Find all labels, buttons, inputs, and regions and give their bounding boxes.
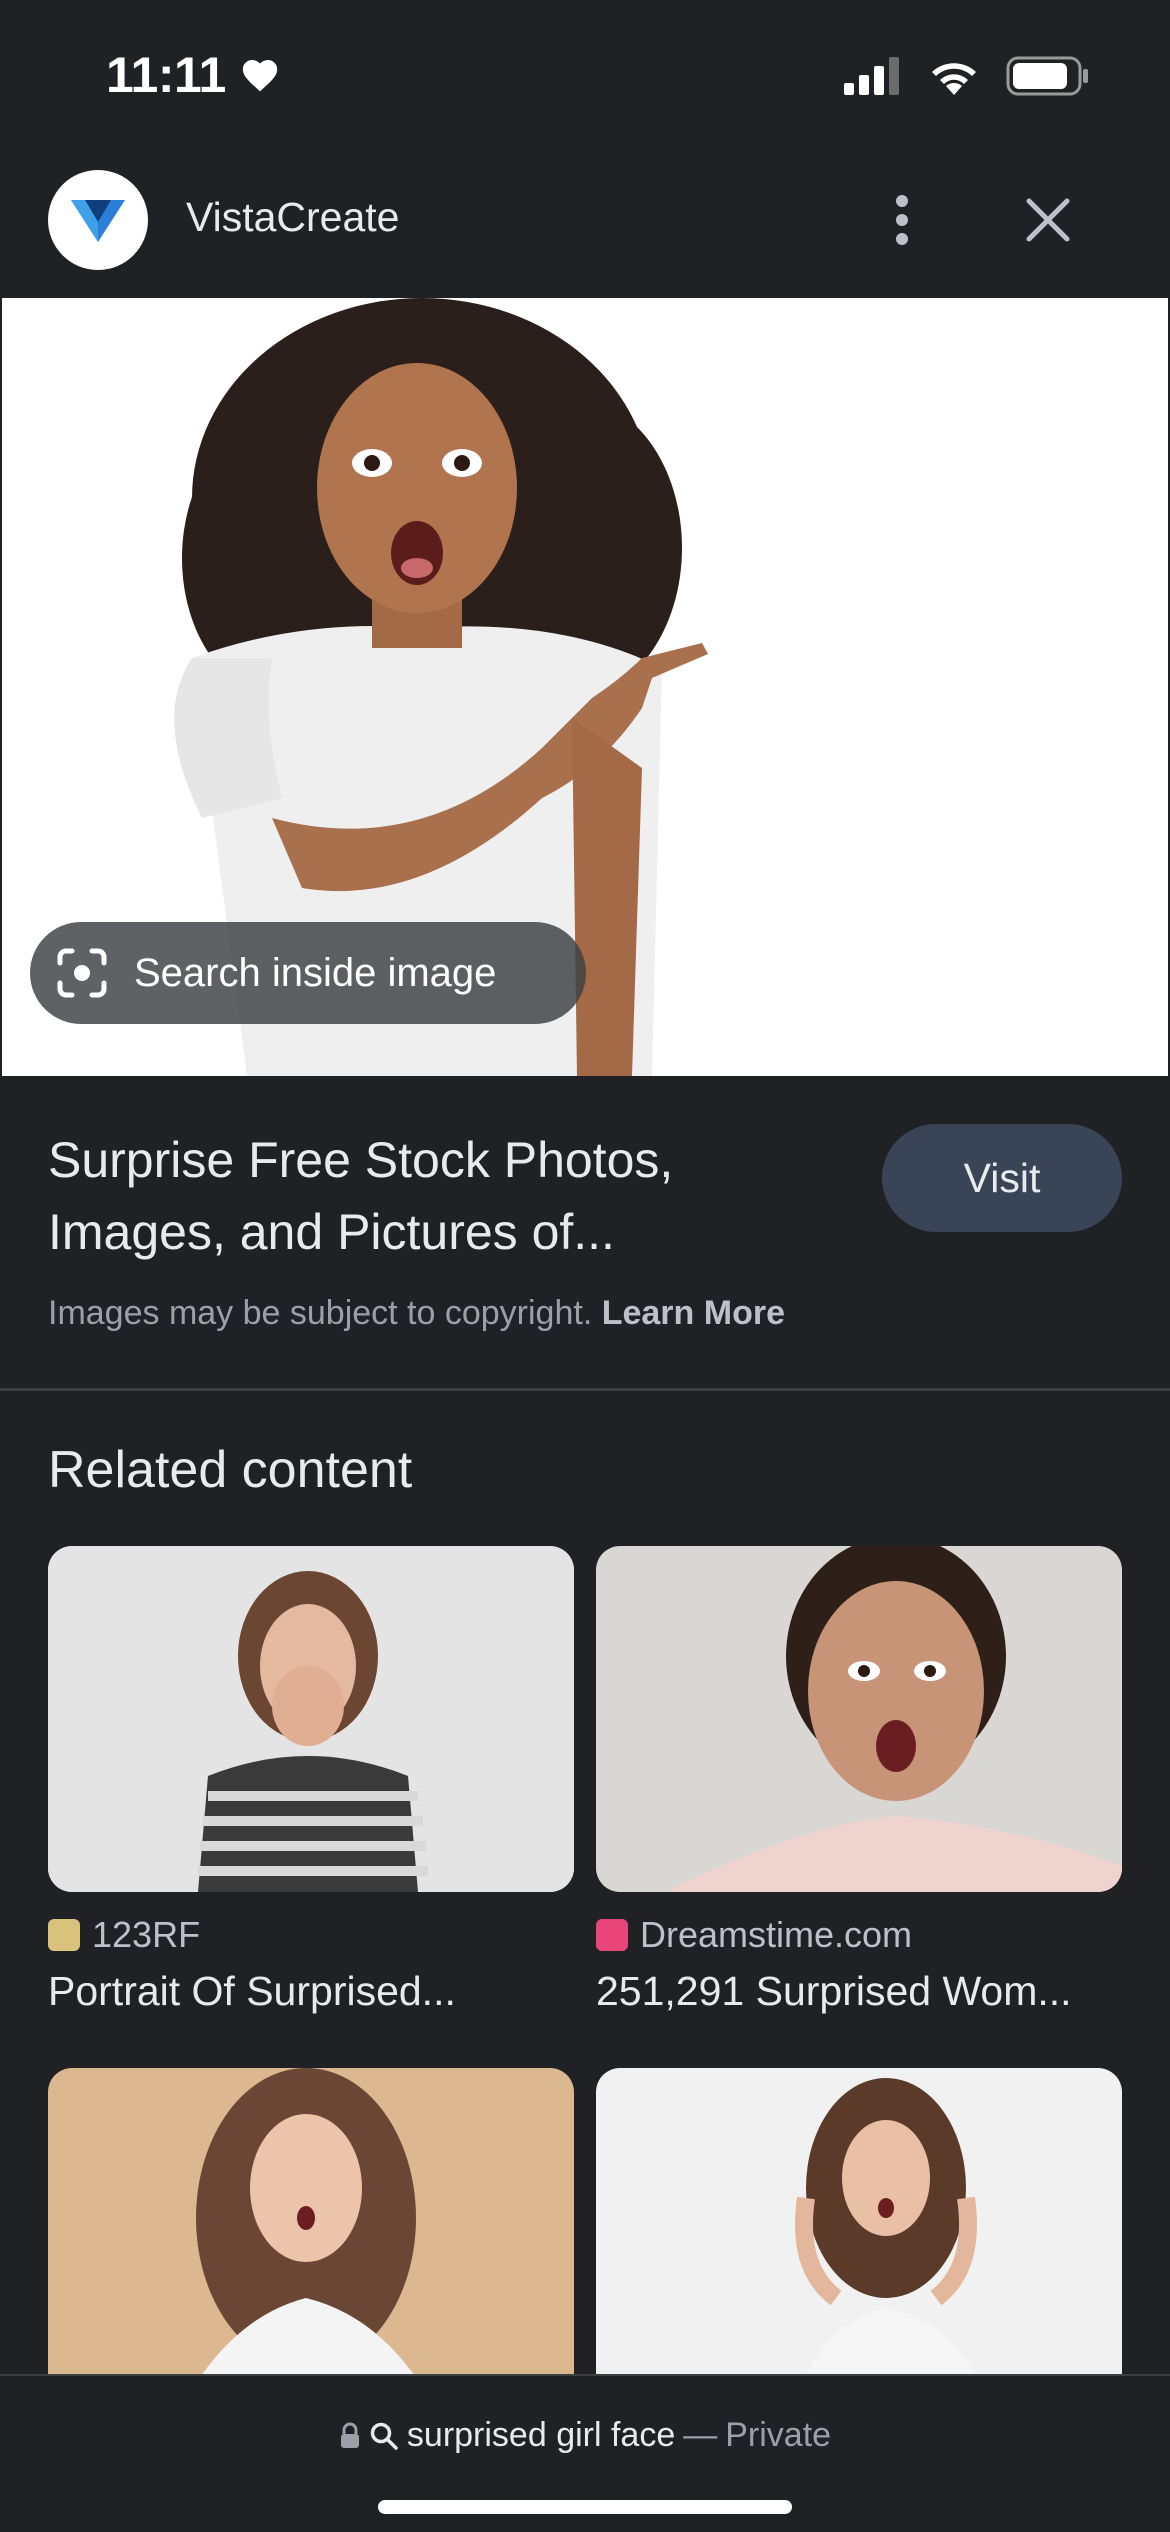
status-bar: 11:11 [0, 0, 1170, 150]
address-field[interactable]: surprised girl face — Private [0, 2416, 1170, 2455]
related-card[interactable]: Dreamstime.com 251,291 Surprised Wom... [596, 1546, 1122, 2015]
status-time: 11:11 [106, 47, 226, 103]
copyright-text: Images may be subject to copyright. [48, 1294, 593, 1332]
more-vert-icon [896, 195, 908, 245]
related-content-heading: Related content [48, 1441, 413, 1499]
site-name[interactable]: VistaCreate [186, 194, 399, 241]
favicon-123rf-icon [48, 1919, 80, 1951]
status-time-group: 11:11 [106, 46, 280, 104]
source-name: Dreamstime.com [640, 1914, 913, 1955]
related-card-source: Dreamstime.com [596, 1914, 1122, 1956]
related-photo [596, 2068, 1122, 2414]
related-photo [48, 2068, 574, 2414]
related-card-image [596, 2068, 1122, 2414]
search-query: surprised girl face [406, 2416, 676, 2454]
battery-icon [1006, 56, 1088, 96]
site-avatar[interactable] [48, 170, 148, 270]
vistacreate-logo-icon [71, 200, 125, 242]
related-card-image [48, 2068, 574, 2414]
search-inside-image-label: Search inside image [134, 950, 497, 995]
separator: — [683, 2416, 718, 2454]
result-title[interactable]: Surprise Free Stock Photos, Images, and … [48, 1124, 828, 1268]
related-card-title: 251,291 Surprised Wom... [596, 1968, 1072, 2014]
source-name: 123RF [92, 1914, 201, 1955]
wifi-icon [932, 63, 976, 95]
bottom-address-bar: surprised girl face — Private [0, 2374, 1170, 2532]
related-card-image [596, 1546, 1122, 1892]
related-card-image [48, 1546, 574, 1892]
related-photo [596, 1546, 1122, 1892]
main-image[interactable]: Search inside image [2, 298, 1168, 1076]
more-options-button[interactable] [872, 180, 932, 260]
search-inside-image-button[interactable]: Search inside image [30, 922, 586, 1024]
favicon-dreamstime-icon [596, 1919, 628, 1951]
heart-icon [242, 59, 278, 92]
result-title-line1: Surprise Free Stock Photos, [48, 1132, 674, 1188]
result-title-line2: Images, and Pictures of... [48, 1204, 615, 1260]
lock-icon [340, 2422, 359, 2448]
signal-icon [844, 57, 899, 95]
related-card-source: 123RF [48, 1914, 574, 1956]
status-icons [844, 56, 1090, 96]
copyright-notice: Images may be subject to copyright. Lear… [48, 1294, 785, 1333]
learn-more-link[interactable]: Learn More [602, 1294, 785, 1332]
lens-icon [57, 948, 107, 998]
related-card-title: Portrait Of Surprised... [48, 1968, 456, 2014]
home-indicator[interactable] [378, 2500, 792, 2514]
related-card[interactable]: 123RF Portrait Of Surprised... [48, 1546, 574, 2015]
viewer-header: VistaCreate [0, 150, 1170, 296]
visit-button[interactable]: Visit [882, 1124, 1122, 1232]
related-photo [48, 1546, 574, 1892]
search-icon [370, 2422, 398, 2450]
private-label: Private [725, 2416, 832, 2454]
close-icon [1026, 198, 1070, 242]
close-button[interactable] [1014, 186, 1082, 254]
divider [0, 1388, 1170, 1391]
